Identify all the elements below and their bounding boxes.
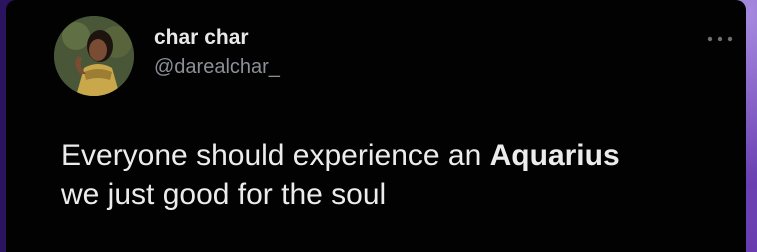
- tweet-line-1-prefix: Everyone should experience an: [61, 139, 490, 172]
- avatar-icon: [54, 16, 134, 96]
- tweet-line-2: we just good for the soul: [61, 178, 387, 211]
- tweet-line-1: Everyone should experience an Aquarius: [61, 136, 741, 175]
- author-handle[interactable]: @darealchar_: [154, 56, 280, 79]
- avatar[interactable]: [54, 16, 134, 96]
- ellipsis-icon: [707, 36, 733, 42]
- tweet-card: char char @darealchar_ Everyone should e…: [6, 0, 746, 252]
- more-options-icon[interactable]: [706, 31, 734, 42]
- tweet-bold-word: Aquarius: [489, 139, 620, 172]
- author-name[interactable]: char char: [154, 26, 249, 50]
- tweet-text: Everyone should experience an Aquarius w…: [61, 136, 741, 214]
